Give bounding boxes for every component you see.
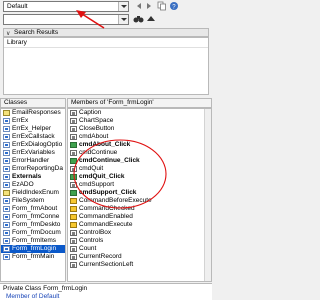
red-arrow-line [81,13,105,29]
status-line-2[interactable]: Member of Default [6,293,59,300]
red-highlight-circle [73,139,167,209]
status-line-1: Private Class Form_frmLogin [3,285,88,292]
status-bar: Private Class Form_frmLogin Member of De… [0,283,212,300]
annotation-overlay [73,10,167,209]
red-arrow-head [76,10,86,18]
